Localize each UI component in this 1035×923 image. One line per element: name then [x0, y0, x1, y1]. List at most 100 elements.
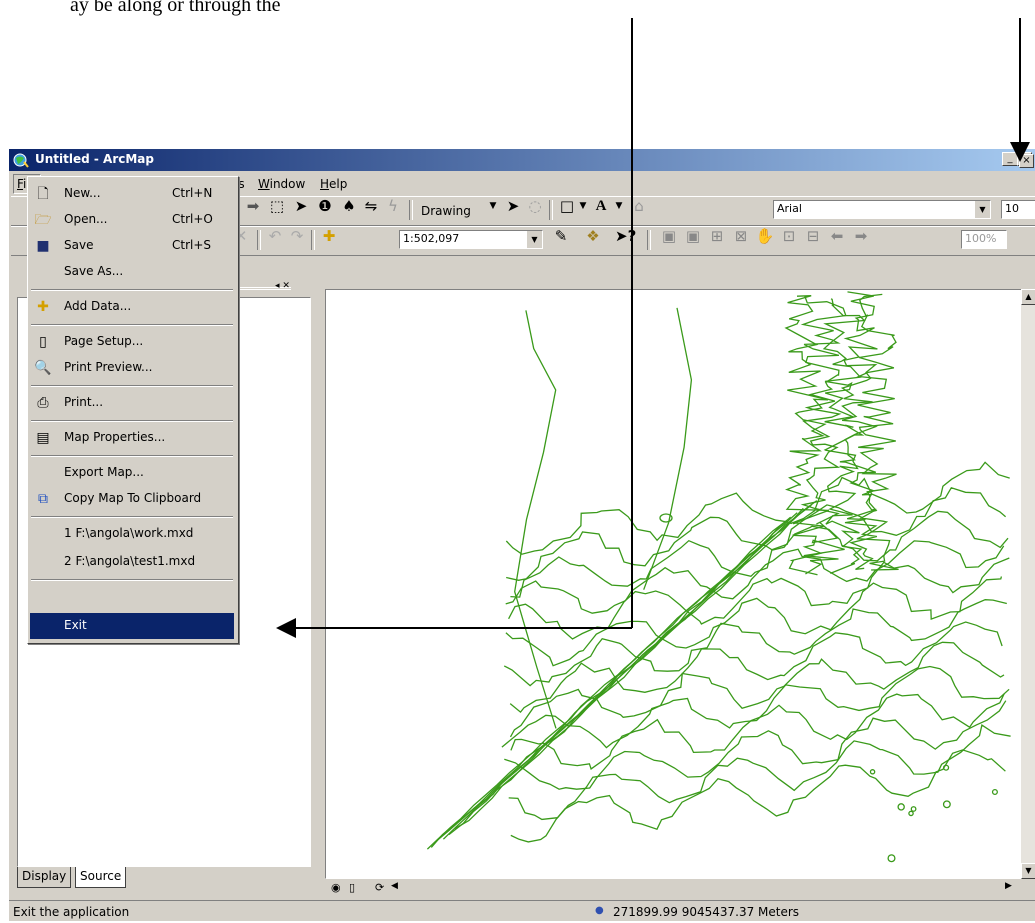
select-features-icon[interactable]: ⬚ — [267, 197, 287, 215]
undo-icon[interactable]: ↶ — [265, 227, 285, 245]
drawing-menu[interactable]: Drawing — [421, 204, 471, 218]
island — [897, 803, 905, 811]
whats-this-icon[interactable]: ➤? — [615, 227, 636, 245]
rotate-icon[interactable]: ◌ — [525, 197, 545, 215]
data-view-icon[interactable]: ◉ — [331, 881, 341, 894]
editor-toolbar-icon[interactable]: ✎ — [551, 227, 571, 245]
menu-item-exit[interactable]: Exit — [30, 613, 234, 639]
tab-source[interactable]: Source — [75, 867, 127, 888]
scroll-left-icon[interactable]: ◀ — [391, 881, 398, 891]
globe-status-icon: ● — [595, 905, 604, 916]
status-message: Exit the application — [13, 905, 130, 919]
title-bar[interactable]: Untitled - ArcMap _ □ — [9, 149, 1035, 171]
menu-item-label: Print... — [64, 395, 104, 409]
page-setup-icon: ▯ — [39, 334, 47, 350]
menu-window[interactable]: Window — [258, 177, 305, 191]
font-size-select[interactable]: 10 — [1001, 200, 1035, 219]
menu-item-shortcut: Ctrl+S — [172, 238, 212, 252]
contour-line — [856, 293, 899, 571]
menu-item-label: Save As... — [64, 264, 124, 278]
menu-item-recent-1[interactable]: 1 F:\angola\work.mxd — [30, 521, 234, 547]
contour-line — [509, 641, 1005, 738]
hyperlink-bolt-icon[interactable]: ϟ — [383, 197, 403, 215]
menu-item-label: Page Setup... — [64, 334, 144, 348]
forward-extent-icon[interactable]: ➡ — [851, 227, 871, 245]
menu-item-label: 2 F:\angola\test1.mxd — [64, 554, 196, 568]
measure-icon[interactable]: ⇋ — [361, 197, 381, 215]
text-dropdown-icon[interactable]: ▼ — [609, 197, 629, 215]
printer-icon: ⎙ — [37, 395, 49, 411]
menu-item-label: Copy Map To Clipboard — [64, 491, 202, 505]
forward-arrow-icon[interactable]: ➡ — [243, 197, 263, 215]
menu-item-new[interactable]: 🗋 New... Ctrl+N — [30, 181, 234, 207]
close-button[interactable]: × — [1019, 154, 1034, 168]
scroll-down-icon[interactable]: ▼ — [1021, 863, 1035, 879]
menu-item-export-map[interactable]: Export Map... — [30, 460, 234, 486]
redo-icon[interactable]: ↷ — [287, 227, 307, 245]
copy-map-icon: ⧉ — [38, 491, 48, 507]
layout-view-icon[interactable]: ▯ — [349, 881, 355, 894]
save-disk-icon: ■ — [36, 238, 50, 254]
scroll-right-icon[interactable]: ▶ — [1005, 881, 1012, 891]
refresh-icon[interactable]: ⟳ — [375, 881, 384, 894]
horizontal-scrollbar[interactable]: ◉ ▯ ⟳ ◀ ▶ — [325, 879, 1020, 897]
menu-item-shortcut: Ctrl+N — [172, 186, 213, 200]
zoom-percent-select[interactable]: 100% — [961, 230, 1007, 249]
zoom-whole-page-icon[interactable]: ⊞ — [707, 227, 727, 245]
drawing-dropdown-icon[interactable]: ▼ — [483, 197, 503, 215]
menu-item-map-properties[interactable]: ▤ Map Properties... — [30, 425, 234, 451]
map-scale-select[interactable]: 1:502,097 ▼ — [399, 230, 543, 249]
menu-separator — [31, 455, 233, 457]
menu-item-copy-map[interactable]: ⧉ Copy Map To Clipboard — [30, 486, 234, 512]
map-view[interactable] — [325, 289, 1034, 879]
chevron-down-icon[interactable]: ▼ — [526, 231, 542, 248]
find-binoculars-icon[interactable]: ♠ — [339, 197, 359, 215]
menu-item-label: Export Map... — [64, 465, 144, 479]
add-data-icon[interactable]: ✚ — [319, 227, 339, 245]
menu-item-page-setup[interactable]: ▯ Page Setup... — [30, 329, 234, 355]
toc-close-icon[interactable]: ◂ ✕ — [275, 281, 290, 291]
status-bar: Exit the application ● 271899.99 9045437… — [9, 900, 1035, 923]
contour-line — [508, 557, 1010, 640]
zoom-100-icon[interactable]: ⊠ — [731, 227, 751, 245]
fixed-zoom-in-icon[interactable]: ⊡ — [779, 227, 799, 245]
menu-separator — [31, 420, 233, 422]
text-tool-icon[interactable]: A — [591, 197, 611, 215]
add-data-icon: ✚ — [37, 299, 49, 315]
island — [991, 788, 998, 796]
rectangle-dropdown-icon[interactable]: ▼ — [573, 197, 593, 215]
zoom-in-page-icon[interactable]: ▣ — [659, 227, 679, 245]
zoom-out-page-icon[interactable]: ▣ — [683, 227, 703, 245]
menu-help[interactable]: Help — [320, 177, 347, 191]
pan-page-icon[interactable]: ✋ — [755, 227, 775, 245]
menu-item-add-data[interactable]: ✚ Add Data... — [30, 294, 234, 320]
font-size-value: 10 — [1005, 202, 1019, 215]
identify-icon[interactable]: ❶ — [315, 197, 335, 215]
contour-line — [454, 500, 818, 830]
scroll-up-icon[interactable]: ▲ — [1021, 289, 1035, 305]
select-pointer-icon[interactable]: ➤ — [291, 197, 311, 215]
menu-item-print-preview[interactable]: 🔍 Print Preview... — [30, 355, 234, 381]
minimize-button[interactable]: _ — [1002, 152, 1018, 166]
select-elements-icon[interactable]: ➤ — [503, 197, 523, 215]
menu-item-label: Exit — [64, 618, 87, 632]
menu-item-open[interactable]: 🗁 Open... Ctrl+O — [30, 207, 234, 233]
menu-item-save-as[interactable]: Save As... — [30, 259, 234, 285]
arctoolbox-icon[interactable]: ❖ — [583, 227, 603, 245]
menu-item-recent-2[interactable]: 2 F:\angola\test1.mxd — [30, 549, 234, 575]
font-name-select[interactable]: Arial ▼ — [773, 200, 991, 219]
fixed-zoom-out-icon[interactable]: ⊟ — [803, 227, 823, 245]
menu-item-save[interactable]: ■ Save Ctrl+S — [30, 233, 234, 259]
vertical-scrollbar[interactable]: ▲ ▼ — [1021, 289, 1035, 879]
open-folder-icon: 🗁 — [34, 212, 52, 228]
back-extent-icon[interactable]: ⬅ — [827, 227, 847, 245]
menu-item-label: Print Preview... — [64, 360, 153, 374]
new-shape-icon[interactable]: ⌂ — [629, 197, 649, 215]
menu-item-label: Map Properties... — [64, 430, 166, 444]
contour-line — [514, 310, 557, 729]
tab-display[interactable]: Display — [17, 867, 72, 888]
menu-item-label: New... — [64, 186, 101, 200]
contour-line — [510, 510, 1009, 598]
chevron-down-icon[interactable]: ▼ — [974, 201, 990, 218]
menu-item-print[interactable]: ⎙ Print... — [30, 390, 234, 416]
